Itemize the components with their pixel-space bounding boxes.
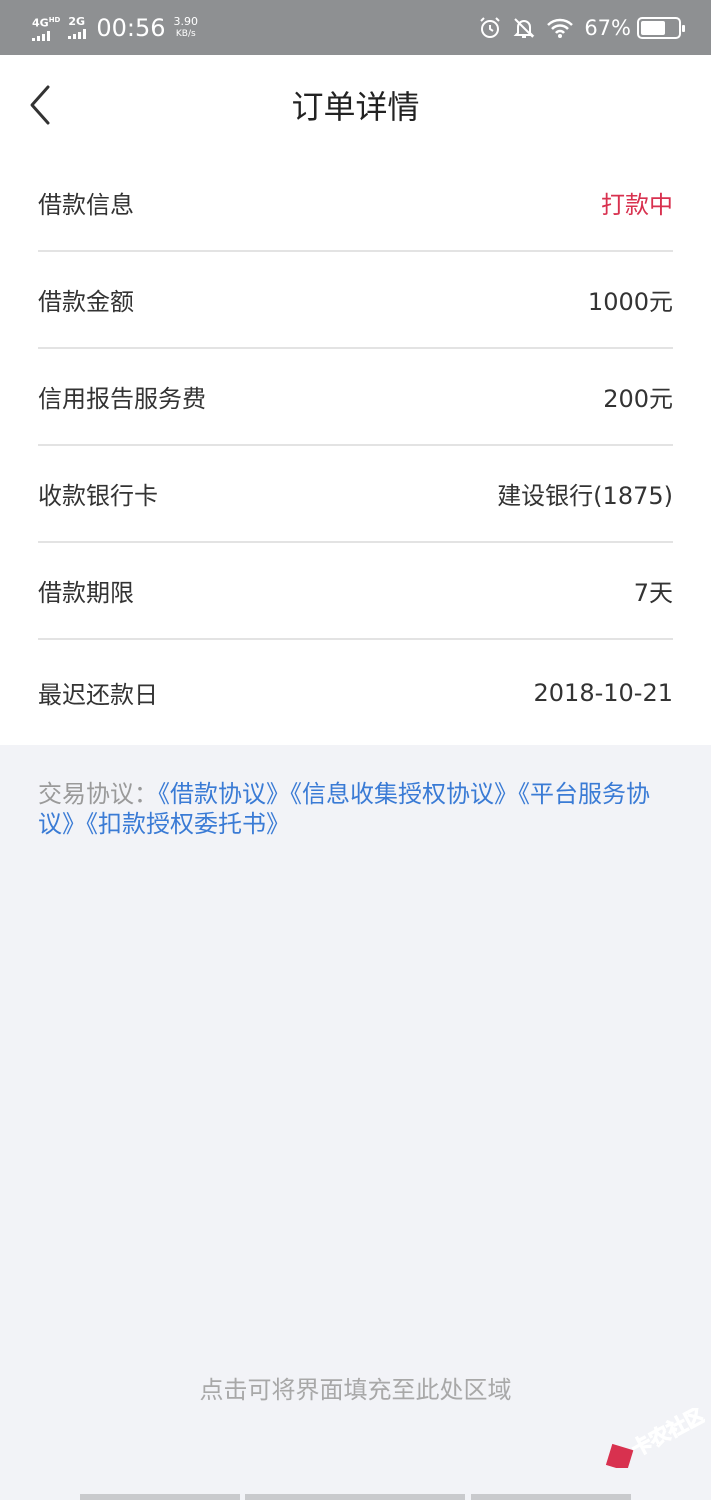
detail-row-bank-card: 收款银行卡 建设银行(1875): [38, 446, 673, 543]
status-value: 打款中: [601, 191, 673, 219]
detail-row-due-date: 最迟还款日 2018-10-21: [38, 640, 673, 745]
agreement-prefix: 交易协议：: [38, 780, 158, 808]
alarm-icon: [480, 16, 501, 38]
watermark-logo: 卡农社区: [595, 1402, 710, 1472]
link-debit-authorization[interactable]: 《扣款授权委托书》: [86, 810, 290, 838]
network-4g-label: 4G: [32, 16, 49, 30]
order-detail-list: 借款信息 打款中 借款金额 1000元 信用报告服务费 200元 收款银行卡 建…: [0, 155, 711, 745]
detail-label: 收款银行卡: [38, 482, 158, 510]
detail-row-service-fee: 信用报告服务费 200元: [38, 349, 673, 446]
detail-value: 200元: [603, 385, 673, 413]
signal-bars-icon: [32, 30, 50, 41]
detail-label: 最迟还款日: [38, 681, 158, 709]
network-speed: 3.90 KB/s: [173, 14, 199, 40]
clock: 00:56: [96, 13, 166, 42]
page-title: 订单详情: [291, 88, 420, 126]
network-hd-label: HD: [48, 16, 61, 25]
link-info-collection-agreement[interactable]: 《信息收集授权协议》: [290, 780, 518, 808]
speed-unit: KB/s: [175, 28, 196, 39]
battery-percent: 67%: [584, 15, 631, 40]
svg-text:卡农社区: 卡农社区: [627, 1408, 705, 1461]
network-2g-label: 2G: [68, 15, 86, 28]
signal-bars-icon: [68, 29, 87, 39]
detail-label: 信用报告服务费: [38, 385, 206, 413]
link-loan-agreement[interactable]: 《借款协议》: [158, 780, 290, 808]
bottom-navigation-hint: [0, 1494, 711, 1500]
signal-4g: 4GHD: [32, 14, 60, 41]
battery-icon: [637, 16, 685, 39]
detail-value: 1000元: [587, 288, 673, 316]
status-bar-right: 67%: [478, 15, 685, 40]
chevron-left-icon[interactable]: [24, 83, 64, 127]
signal-2g: 2G: [68, 15, 87, 39]
detail-label: 借款信息: [38, 191, 134, 219]
detail-row-term: 借款期限 7天: [38, 543, 673, 640]
detail-value: 2018-10-21: [533, 678, 673, 707]
fill-screen-hint[interactable]: 点击可将界面填充至此处区域: [0, 1370, 711, 1405]
wifi-icon: [547, 18, 574, 38]
detail-row-loan-info: 借款信息 打款中: [38, 155, 673, 252]
navigation-bar: 订单详情: [0, 55, 711, 155]
bell-off-icon: [513, 17, 535, 38]
detail-row-amount: 借款金额 1000元: [38, 252, 673, 349]
detail-value: 7天: [633, 579, 673, 607]
detail-label: 借款金额: [38, 288, 134, 316]
status-bar: 4GHD 2G 00:56 3.90 KB/s 67%: [0, 0, 711, 55]
status-bar-left: 4GHD 2G 00:56 3.90 KB/s: [32, 14, 198, 42]
agreement-section: 交易协议：《借款协议》《信息收集授权协议》《平台服务协议》《扣款授权委托书》: [0, 745, 711, 839]
detail-value: 建设银行(1875): [497, 482, 673, 510]
detail-label: 借款期限: [38, 579, 134, 607]
speed-value: 3.90: [173, 14, 199, 28]
